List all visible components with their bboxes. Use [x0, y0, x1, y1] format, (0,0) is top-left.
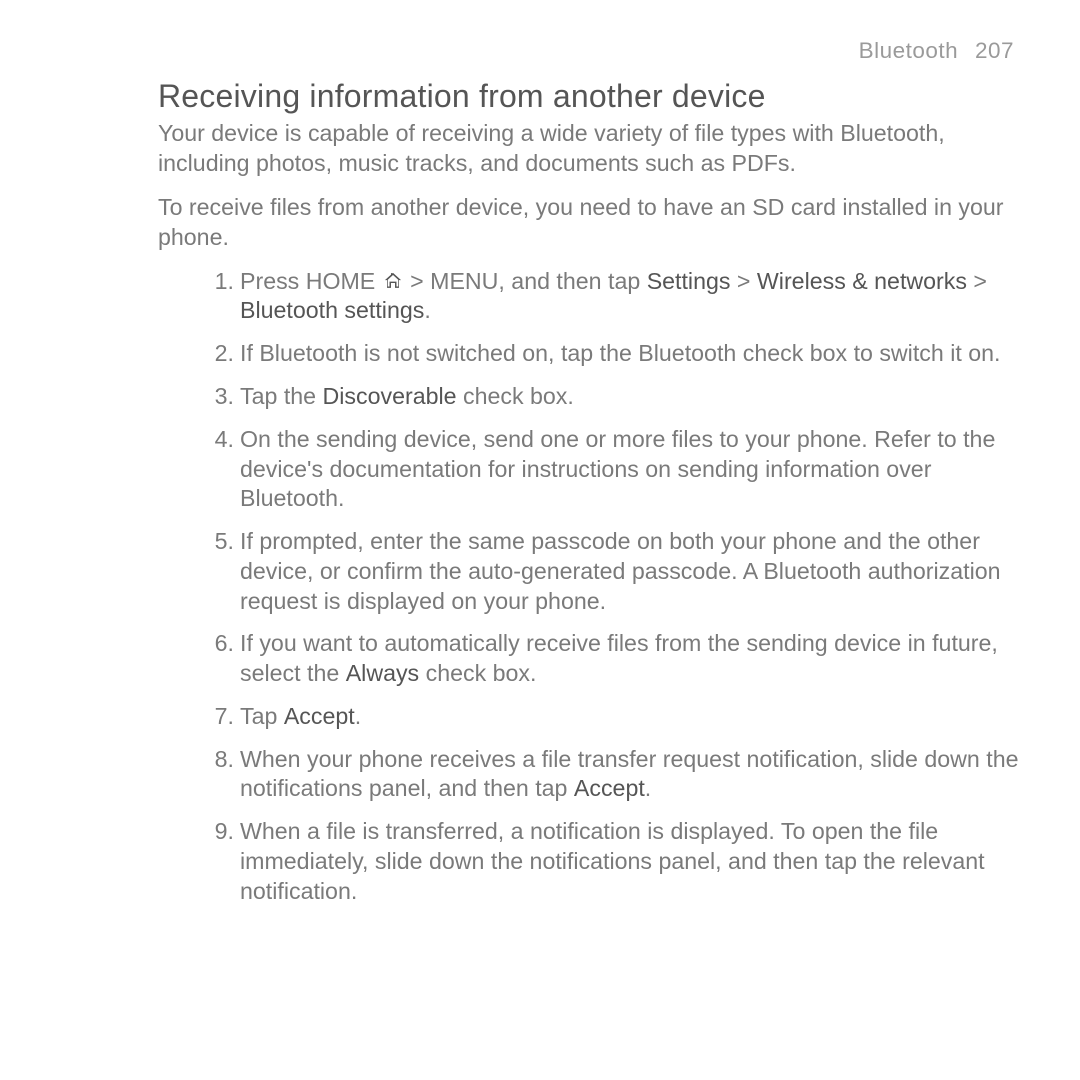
ui-label-bluetooth-settings: Bluetooth settings: [240, 297, 424, 323]
step-1: 1. Press HOME > MENU, and then tap Setti…: [206, 267, 1020, 327]
step-number: 4.: [206, 425, 234, 455]
step-2: 2. If Bluetooth is not switched on, tap …: [206, 339, 1020, 369]
step-3: 3. Tap the Discoverable check box.: [206, 382, 1020, 412]
step-number: 8.: [206, 745, 234, 775]
step-text: > MENU, and then tap: [404, 268, 647, 294]
step-4: 4. On the sending device, send one or mo…: [206, 425, 1020, 514]
step-text: If Bluetooth is not switched on, tap the…: [240, 340, 1000, 366]
intro-paragraph-2: To receive files from another device, yo…: [158, 193, 1020, 253]
step-text: On the sending device, send one or more …: [240, 426, 995, 512]
section-name: Bluetooth: [859, 38, 959, 63]
step-9: 9. When a file is transferred, a notific…: [206, 817, 1020, 906]
step-text: If prompted, enter the same passcode on …: [240, 528, 1001, 614]
step-text: When a file is transferred, a notificati…: [240, 818, 985, 904]
step-text: check box.: [457, 383, 574, 409]
running-header: Bluetooth 207: [158, 38, 1020, 64]
step-text: Press HOME: [240, 268, 382, 294]
page: Bluetooth 207 Receiving information from…: [0, 0, 1080, 1080]
steps-list: 1. Press HOME > MENU, and then tap Setti…: [158, 267, 1020, 907]
step-text: check box.: [419, 660, 536, 686]
step-text: .: [645, 775, 651, 801]
page-number: 207: [975, 38, 1014, 63]
ui-label-accept: Accept: [284, 703, 355, 729]
step-number: 9.: [206, 817, 234, 847]
step-text: .: [424, 297, 430, 323]
step-text: >: [730, 268, 756, 294]
ui-label-discoverable: Discoverable: [323, 383, 457, 409]
step-text: .: [355, 703, 361, 729]
step-5: 5. If prompted, enter the same passcode …: [206, 527, 1020, 616]
step-8: 8. When your phone receives a file trans…: [206, 745, 1020, 805]
step-number: 5.: [206, 527, 234, 557]
step-7: 7. Tap Accept.: [206, 702, 1020, 732]
step-text: Tap the: [240, 383, 323, 409]
ui-label-wireless-networks: Wireless & networks: [757, 268, 967, 294]
step-number: 7.: [206, 702, 234, 732]
step-number: 2.: [206, 339, 234, 369]
ui-label-settings: Settings: [647, 268, 731, 294]
step-number: 1.: [206, 267, 234, 297]
step-number: 3.: [206, 382, 234, 412]
home-icon: [382, 270, 404, 292]
ui-label-accept: Accept: [574, 775, 645, 801]
step-text: Tap: [240, 703, 284, 729]
step-text: >: [967, 268, 987, 294]
section-title: Receiving information from another devic…: [158, 78, 1020, 115]
intro-paragraph-1: Your device is capable of receiving a wi…: [158, 119, 1020, 179]
step-number: 6.: [206, 629, 234, 659]
step-6: 6. If you want to automatically receive …: [206, 629, 1020, 689]
ui-label-always: Always: [346, 660, 419, 686]
